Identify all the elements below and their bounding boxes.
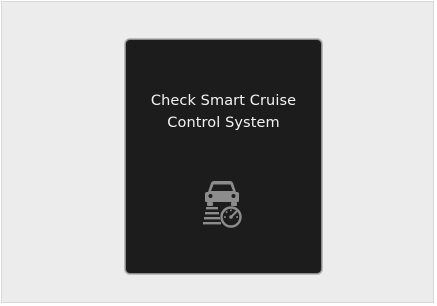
cluster-display-panel: Check Smart Cruise Control System bbox=[125, 39, 322, 274]
distance-bars-icon bbox=[203, 207, 221, 225]
smart-cruise-control-icon bbox=[203, 181, 242, 228]
illustration-frame: Check Smart Cruise Control System bbox=[1, 1, 434, 303]
warning-message-line-1: Check Smart Cruise bbox=[150, 93, 297, 109]
warning-message-line-2: Control System bbox=[167, 115, 280, 131]
warning-message: Check Smart Cruise Control System bbox=[126, 90, 321, 134]
speedometer-icon bbox=[220, 206, 242, 228]
